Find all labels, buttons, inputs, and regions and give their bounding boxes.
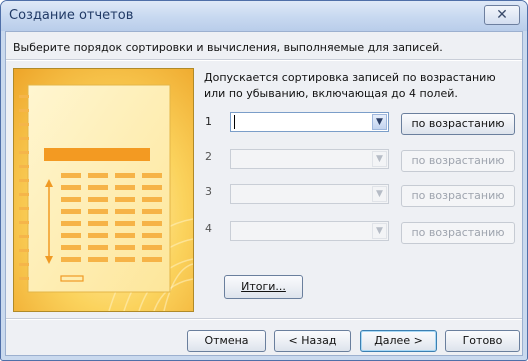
sort-description: Допускается сортировка записей по возрас… [204,71,496,100]
sort-row-2-number: 2 [205,150,212,163]
top-divider [6,59,522,61]
sort-field-4-combo[interactable]: ▼ [230,221,389,241]
text-caret [234,115,235,129]
sort-field-1-combo[interactable]: ▼ [230,112,389,132]
sort-order-3-button[interactable]: по возрастанию [401,185,515,207]
sort-order-2-button[interactable]: по возрастанию [401,150,515,172]
chevron-down-icon[interactable]: ▼ [372,186,387,202]
chevron-down-icon[interactable]: ▼ [372,223,387,239]
sort-row-1-number: 1 [205,115,212,128]
next-button[interactable]: Далее > [360,330,437,352]
report-wizard-window: Создание отчетов ✕ Выберите порядок сорт… [0,0,528,361]
window-title: Создание отчетов [9,8,134,23]
back-button[interactable]: < Назад [274,330,351,352]
sort-field-2-combo[interactable]: ▼ [230,149,389,169]
report-illustration-graphic [14,69,193,311]
sort-order-1-button[interactable]: по возрастанию [401,113,515,135]
sort-row-3-number: 3 [205,185,212,198]
summary-button[interactable]: Итоги... [224,275,303,299]
title-bar[interactable]: Создание отчетов ✕ [1,1,527,31]
wizard-client-area: Выберите порядок сортировки и вычисления… [5,31,523,356]
sort-order-4-button[interactable]: по возрастанию [401,222,515,244]
close-icon: ✕ [496,7,508,23]
finish-button[interactable]: Готово [445,330,520,352]
bottom-divider [6,318,522,320]
chevron-down-icon[interactable]: ▼ [372,114,387,130]
instruction-text: Выберите порядок сортировки и вычисления… [13,41,443,54]
cancel-button[interactable]: Отмена [187,330,266,352]
report-sort-illustration [13,68,194,312]
sort-field-3-combo[interactable]: ▼ [230,184,389,204]
close-button[interactable]: ✕ [484,5,520,25]
sort-row-4-number: 4 [205,222,212,235]
chevron-down-icon[interactable]: ▼ [372,151,387,167]
